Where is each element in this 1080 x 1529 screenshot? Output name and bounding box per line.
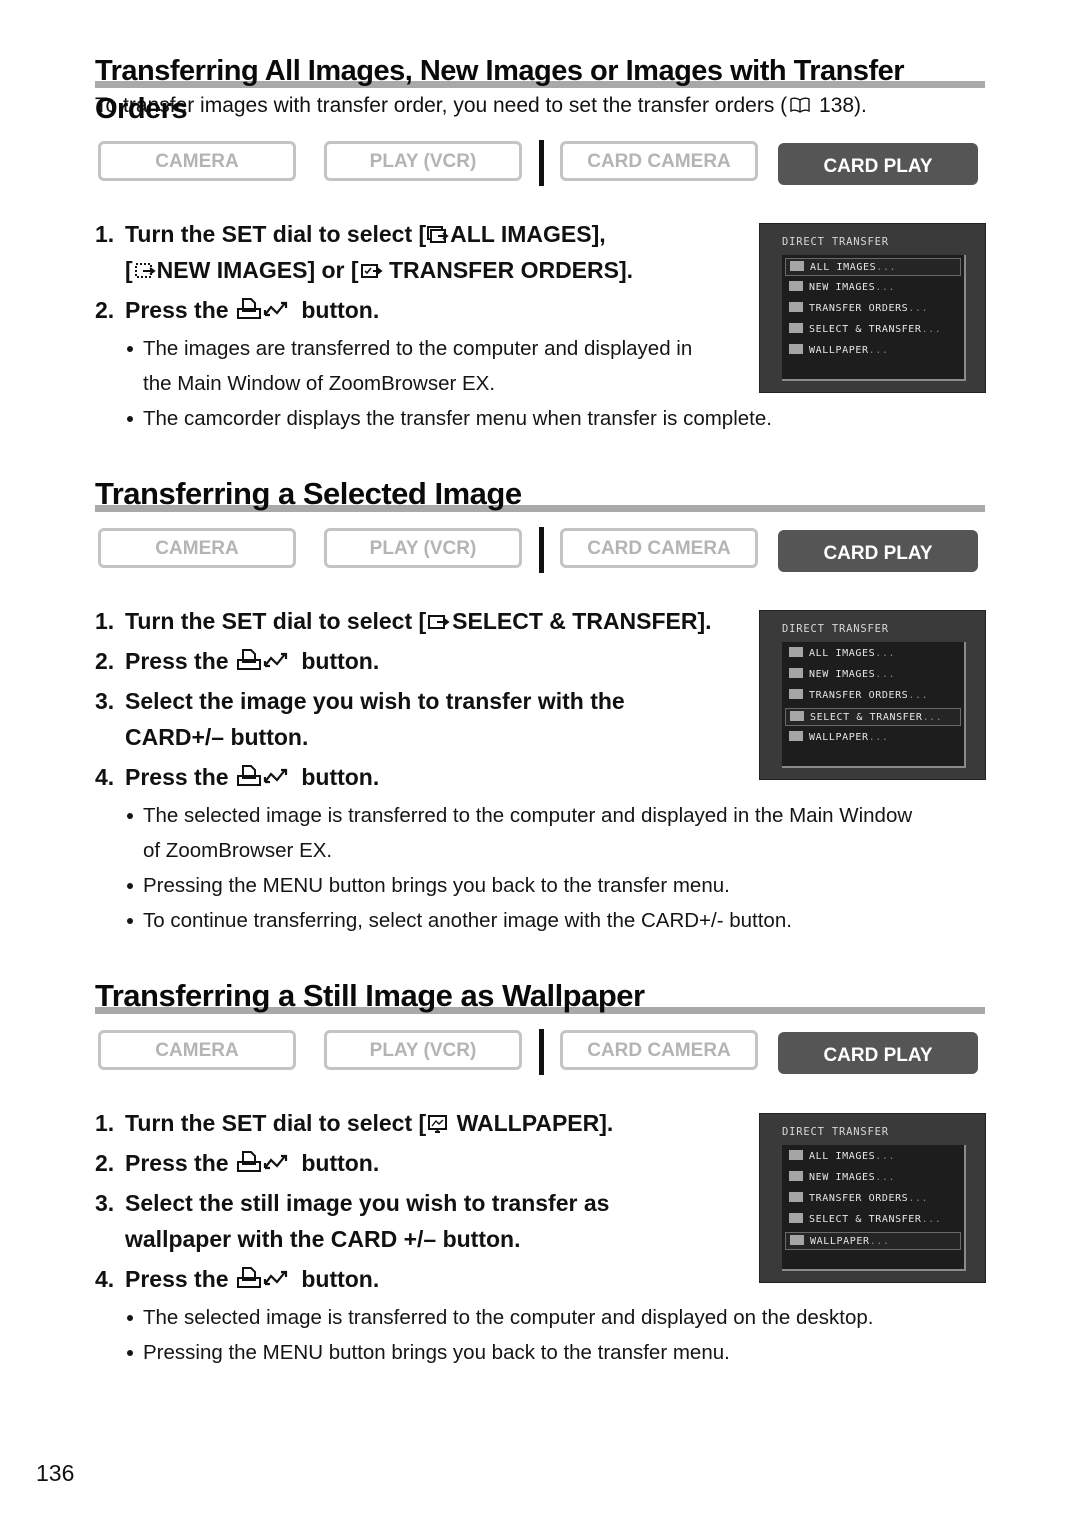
steps-list: 1. Turn the SET dial to select [SELECT &…	[95, 603, 712, 795]
mode-indicator-row: CAMERA PLAY (VCR) CARD CAMERA CARD PLAY	[98, 1029, 980, 1076]
step-1: 1. Turn the SET dial to select [ALL IMAG…	[95, 221, 634, 283]
mode-card-camera: CARD CAMERA	[560, 141, 758, 181]
mode-camera: CAMERA	[98, 1030, 296, 1070]
all-images-icon	[789, 1150, 803, 1160]
wallpaper-icon	[428, 1115, 448, 1133]
mode-play-vcr: PLAY (VCR)	[324, 528, 522, 568]
select-transfer-icon	[789, 1213, 803, 1223]
menu-box: ALL IMAGES... NEW IMAGES... TRANSFER ORD…	[782, 642, 966, 768]
menu-box: ALL IMAGES... NEW IMAGES... TRANSFER ORD…	[782, 255, 966, 381]
menu-item-wallpaper: WALLPAPER...	[785, 1232, 961, 1250]
step-2: 2. Press the button.	[95, 1150, 380, 1176]
menu-item-wallpaper: WALLPAPER...	[785, 729, 961, 747]
step-3: 3. Select the image you wish to transfer…	[95, 688, 625, 750]
mode-play-vcr: PLAY (VCR)	[324, 1030, 522, 1070]
print-share-icon	[236, 1151, 288, 1172]
new-images-icon	[134, 263, 156, 278]
mode-separator	[539, 1029, 544, 1075]
step-4: 4. Press the button.	[95, 1266, 380, 1292]
menu-item-new-images: NEW IMAGES...	[785, 1169, 961, 1187]
print-share-icon	[236, 649, 288, 670]
new-images-icon	[789, 281, 803, 291]
menu-item-select-transfer: SELECT & TRANSFER...	[785, 708, 961, 726]
menu-box: ALL IMAGES... NEW IMAGES... TRANSFER ORD…	[782, 1145, 966, 1271]
mode-card-play-active: CARD PLAY	[778, 1032, 978, 1074]
menu-item-select-transfer: SELECT & TRANSFER...	[785, 321, 961, 339]
step-1: 1. Turn the SET dial to select [ WALLPAP…	[95, 1110, 614, 1136]
mode-card-play-active: CARD PLAY	[778, 143, 978, 185]
transfer-orders-icon	[789, 689, 803, 699]
menu-item-all-images: ALL IMAGES...	[785, 1148, 961, 1166]
menu-item-transfer-orders: TRANSFER ORDERS...	[785, 687, 961, 705]
all-images-icon	[789, 647, 803, 657]
all-images-icon	[427, 226, 449, 243]
section-title-selected-image: Transferring a Selected Image	[95, 474, 985, 514]
step-2: 2. Press the button.	[95, 297, 380, 323]
page-number: 136	[36, 1460, 75, 1486]
note-item: The camcorder displays the transfer menu…	[125, 401, 772, 436]
note-item: The selected image is transferred to the…	[125, 1300, 873, 1335]
step-3: 3. Select the still image you wish to tr…	[95, 1190, 610, 1252]
camcorder-screen-wallpaper: DIRECT TRANSFER ALL IMAGES... NEW IMAGES…	[759, 1113, 986, 1283]
note-item: The images are transferred to the comput…	[125, 331, 772, 366]
mode-card-play-active: CARD PLAY	[778, 530, 978, 572]
step-2: 2. Press the button.	[95, 648, 380, 674]
note-item: Pressing the MENU button brings you back…	[125, 1335, 873, 1370]
section-title-all-images: Transferring All Images, New Images or I…	[95, 52, 985, 125]
step-4: 4. Press the button.	[95, 764, 380, 790]
mode-play-vcr: PLAY (VCR)	[324, 141, 522, 181]
select-transfer-icon	[790, 711, 804, 721]
new-images-icon	[789, 668, 803, 678]
mode-card-camera: CARD CAMERA	[560, 1030, 758, 1070]
select-transfer-icon	[428, 615, 450, 629]
mode-separator	[539, 140, 544, 186]
mode-card-camera: CARD CAMERA	[560, 528, 758, 568]
camcorder-screen-all-images: DIRECT TRANSFER ALL IMAGES... NEW IMAGES…	[759, 223, 986, 393]
menu-item-all-images: ALL IMAGES...	[785, 645, 961, 663]
notes-list: The selected image is transferred to the…	[125, 1300, 873, 1370]
section-title-wallpaper: Transferring a Still Image as Wallpaper	[95, 976, 985, 1016]
menu-item-transfer-orders: TRANSFER ORDERS...	[785, 1190, 961, 1208]
mode-indicator-row: CAMERA PLAY (VCR) CARD CAMERA CARD PLAY	[98, 140, 980, 187]
menu-item-all-images: ALL IMAGES...	[785, 258, 961, 276]
print-share-icon	[236, 298, 288, 319]
menu-item-wallpaper: WALLPAPER...	[785, 342, 961, 360]
menu-item-new-images: NEW IMAGES...	[785, 666, 961, 684]
step-1: 1. Turn the SET dial to select [SELECT &…	[95, 608, 712, 634]
menu-item-transfer-orders: TRANSFER ORDERS...	[785, 300, 961, 318]
menu-item-new-images: NEW IMAGES...	[785, 279, 961, 297]
transfer-orders-icon	[360, 264, 383, 278]
mode-separator	[539, 527, 544, 573]
new-images-icon	[789, 1171, 803, 1181]
note-item: The selected image is transferred to the…	[125, 798, 912, 833]
note-item-continued: of ZoomBrowser EX.	[143, 839, 333, 862]
camcorder-screen-select-transfer: DIRECT TRANSFER ALL IMAGES... NEW IMAGES…	[759, 610, 986, 780]
mode-indicator-row: CAMERA PLAY (VCR) CARD CAMERA CARD PLAY	[98, 527, 980, 574]
wallpaper-icon	[790, 1235, 804, 1245]
book-reference-icon	[790, 97, 810, 113]
mode-camera: CAMERA	[98, 528, 296, 568]
transfer-orders-icon	[789, 302, 803, 312]
page-reference[interactable]: 138).	[819, 94, 867, 117]
note-item-continued: the Main Window of ZoomBrowser EX.	[143, 372, 496, 395]
wallpaper-icon	[789, 344, 803, 354]
print-share-icon	[236, 1267, 288, 1288]
notes-list: The selected image is transferred to the…	[125, 798, 912, 938]
steps-list: 1. Turn the SET dial to select [ WALLPAP…	[95, 1105, 613, 1297]
transfer-orders-icon	[789, 1192, 803, 1202]
note-item: Pressing the MENU button brings you back…	[125, 868, 912, 903]
notes-list: The images are transferred to the comput…	[125, 331, 772, 436]
wallpaper-icon	[789, 731, 803, 741]
print-share-icon	[236, 765, 288, 786]
intro-text: To transfer images with transfer order, …	[95, 94, 867, 117]
all-images-icon	[790, 261, 804, 271]
mode-camera: CAMERA	[98, 141, 296, 181]
note-item: To continue transferring, select another…	[125, 903, 912, 938]
menu-item-select-transfer: SELECT & TRANSFER...	[785, 1211, 961, 1229]
steps-list: 1. Turn the SET dial to select [ALL IMAG…	[95, 216, 633, 328]
select-transfer-icon	[789, 323, 803, 333]
